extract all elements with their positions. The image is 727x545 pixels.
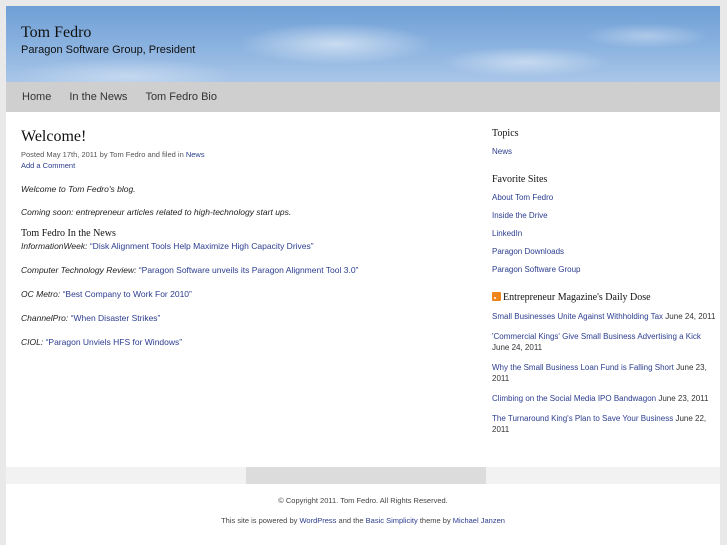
post: Welcome! Posted May 17th, 2011 by Tom Fe… [21,128,461,361]
post-intro: Welcome to Tom Fedro's blog. [21,184,136,194]
news-link[interactable]: “Paragon Unviels HFS for Windows” [46,337,183,347]
news-source: ChannelPro: [21,313,69,323]
favorite-link[interactable]: Paragon Downloads [492,247,716,256]
add-comment-link[interactable]: Add a Comment [21,161,75,170]
powered-prefix: This site is powered by [221,516,298,525]
feed-item: Why the Small Business Loan Fund is Fall… [492,362,716,384]
news-source: CIOL: [21,337,44,347]
feed-widget: Entrepreneur Magazine's Daily Dose Small… [492,292,716,435]
news-item: OC Metro: “Best Company to Work For 2010… [21,289,461,299]
favorites-widget: Favorite Sites About Tom Fedro Inside th… [492,174,716,274]
news-item: CIOL: “Paragon Unviels HFS for Windows” [21,337,461,347]
author-link[interactable]: Michael Janzen [453,516,505,525]
post-title[interactable]: Welcome! [21,128,461,146]
topics-widget: Topics News [492,128,716,156]
post-meta-text: Posted May 17th, 2011 by Tom Fedro and f… [21,150,184,159]
feed-item: 'Commercial Kings' Give Small Business A… [492,331,716,353]
feed-link[interactable]: Why the Small Business Loan Fund is Fall… [492,363,674,372]
news-item: InformationWeek: “Disk Alignment Tools H… [21,241,461,251]
feed-date: June 23, 2011 [658,394,709,403]
topic-link-news[interactable]: News [492,147,716,156]
feed-date: June 24, 2011 [492,343,543,352]
footer: © Copyright 2011. Tom Fedro. All Rights … [6,496,720,536]
footer-bar-middle [246,467,486,484]
rss-icon[interactable] [492,292,501,301]
nav-item-in-the-news[interactable]: In the News [69,91,127,103]
news-source: Computer Technology Review: [21,265,137,275]
footer-bar [6,467,720,484]
post-coming-soon: Coming soon: entrepreneur articles relat… [21,207,292,217]
feed-item: Small Businesses Unite Against Withholdi… [492,311,716,322]
news-item: Computer Technology Review: “Paragon Sof… [21,265,461,275]
wordpress-link[interactable]: WordPress [299,516,336,525]
theme-link[interactable]: Basic Simplicity [366,516,418,525]
favorite-link[interactable]: Inside the Drive [492,211,716,220]
favorite-link[interactable]: Paragon Software Group [492,265,716,274]
nav-item-tom-fedro-bio[interactable]: Tom Fedro Bio [145,91,217,103]
topics-heading: Topics [492,128,519,139]
news-source: InformationWeek: [21,241,88,251]
feed-link[interactable]: Climbing on the Social Media IPO Bandwag… [492,394,656,403]
feed-item: Climbing on the Social Media IPO Bandwag… [492,393,716,404]
page: Tom Fedro Paragon Software Group, Presid… [6,6,720,545]
news-heading: Tom Fedro In the News [21,228,116,239]
news-item: ChannelPro: “When Disaster Strikes” [21,313,461,323]
news-link[interactable]: “When Disaster Strikes” [71,313,161,323]
feed-heading-text: Entrepreneur Magazine's Daily Dose [503,292,651,303]
post-category-link[interactable]: News [186,150,205,159]
favorite-link[interactable]: About Tom Fedro [492,193,716,202]
powered-by: This site is powered by WordPress and th… [6,516,720,525]
main-area: Welcome! Posted May 17th, 2011 by Tom Fe… [6,112,720,467]
news-link[interactable]: “Disk Alignment Tools Help Maximize High… [90,241,314,251]
feed-link[interactable]: The Turnaround King's Plan to Save Your … [492,414,673,423]
news-source: OC Metro: [21,289,61,299]
post-meta: Posted May 17th, 2011 by Tom Fedro and f… [21,149,461,171]
news-link[interactable]: “Best Company to Work For 2010” [63,289,192,299]
main-nav: Home In the News Tom Fedro Bio [6,82,720,112]
theme-by-text: theme by [419,516,451,525]
header-banner: Tom Fedro Paragon Software Group, Presid… [6,6,720,82]
feed-link[interactable]: 'Commercial Kings' Give Small Business A… [492,332,701,341]
favorite-link[interactable]: LinkedIn [492,229,716,238]
feed-link[interactable]: Small Businesses Unite Against Withholdi… [492,312,663,321]
nav-item-home[interactable]: Home [22,91,51,103]
news-link[interactable]: “Paragon Software unveils its Paragon Al… [139,265,359,275]
site-description: Paragon Software Group, President [21,44,196,56]
favorites-heading: Favorite Sites [492,174,548,185]
copyright: © Copyright 2011. Tom Fedro. All Rights … [278,496,448,505]
site-title[interactable]: Tom Fedro [21,24,91,42]
and-the-text: and the [338,516,364,525]
feed-heading: Entrepreneur Magazine's Daily Dose [492,292,716,303]
feed-item: The Turnaround King's Plan to Save Your … [492,413,716,435]
sidebar: Topics News Favorite Sites About Tom Fed… [492,128,716,453]
news-list: InformationWeek: “Disk Alignment Tools H… [21,241,461,347]
feed-date: June 24, 2011 [665,312,716,321]
